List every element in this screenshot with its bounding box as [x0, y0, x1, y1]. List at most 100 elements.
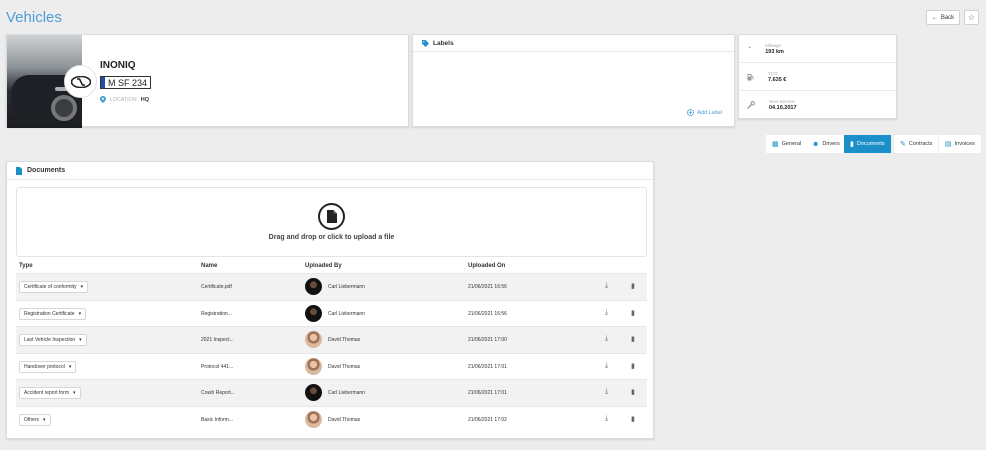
trash-icon[interactable]: ▮ — [631, 415, 635, 423]
column-header-uploaded-on: Uploaded On — [468, 263, 506, 269]
upload-file-icon — [318, 203, 345, 230]
uploaded-on: 21/06/2021 16:56 — [468, 310, 507, 317]
download-icon[interactable]: ⤓ — [605, 309, 608, 317]
tab-drivers[interactable]: ☻ Drivers — [806, 135, 846, 153]
users-icon: ☻ — [812, 140, 820, 148]
car-icon: ▦ — [772, 141, 779, 148]
vehicle-stats-card: ◔ Mileage 193 km TCO 7.635 € Next Servic… — [738, 34, 897, 119]
avatar — [305, 331, 322, 348]
chevron-down-icon: ▾ — [80, 284, 84, 290]
page-title: Vehicles — [6, 9, 62, 26]
chevron-down-icon: ▾ — [79, 337, 82, 343]
license-plate-text: M SF 234 — [108, 77, 148, 88]
labels-title: Labels — [433, 39, 454, 47]
documents-header: Documents — [7, 162, 653, 180]
download-icon[interactable]: ⤓ — [605, 282, 608, 290]
table-row: Registration Certificate ▾ Registration..… — [16, 299, 647, 327]
tab-label: General — [781, 141, 802, 147]
uploaded-by: David Thomas — [328, 337, 361, 343]
download-icon[interactable]: ⤓ — [605, 362, 608, 370]
tab-contracts[interactable]: ✎ Contracts — [894, 135, 939, 153]
tab-label: Drivers — [822, 141, 840, 147]
type-select-value: Handover protocol — [24, 363, 65, 370]
type-select[interactable]: Handover protocol ▾ — [19, 360, 77, 373]
uploaded-by: Carl Liebermann — [328, 284, 365, 290]
stat-value: 7.635 € — [768, 76, 787, 83]
uploaded-on: 21/06/2021 17:01 — [468, 363, 507, 370]
type-select[interactable]: Others ▾ — [19, 413, 51, 426]
tab-invoices[interactable]: ▤ Invoices — [939, 135, 981, 153]
wrench-icon — [747, 101, 755, 109]
document-icon: ▮ — [850, 141, 854, 148]
document-name[interactable]: Basic Inform... — [201, 417, 233, 423]
star-icon: ☆ — [967, 13, 976, 22]
fuel-icon — [747, 73, 754, 80]
stat-label: Mileage — [765, 42, 781, 48]
type-select[interactable]: Registration Certificate ▾ — [19, 307, 87, 320]
add-label-text: Add Label — [697, 109, 722, 116]
vehicle-name: INONIQ — [100, 60, 136, 71]
trash-icon[interactable]: ▮ — [631, 282, 635, 290]
tab-label: Contracts — [908, 141, 933, 147]
plus-circle-icon — [687, 109, 695, 116]
trash-icon[interactable]: ▮ — [631, 362, 635, 370]
document-icon — [16, 166, 22, 175]
document-name[interactable]: 2021 Inspect... — [201, 337, 234, 343]
avatar — [305, 278, 322, 295]
location-value: HQ — [140, 96, 150, 103]
type-select[interactable]: Last Vehicle Inspection ▾ — [19, 334, 87, 346]
column-header-uploaded-by: Uploaded By — [305, 263, 342, 269]
add-label-button[interactable]: Add Label — [687, 109, 722, 116]
upload-text: Drag and drop or click to upload a file — [268, 234, 395, 241]
chevron-down-icon: ▾ — [43, 416, 46, 423]
table-row: Certificate of conformity ▾ Certificate.p… — [16, 273, 647, 300]
document-name[interactable]: Protocol 441... — [201, 364, 233, 370]
tab-documents[interactable]: ▮ Documents — [844, 135, 891, 153]
brand-logo-icon — [64, 65, 97, 98]
chevron-down-icon: ▾ — [73, 390, 76, 396]
download-icon[interactable]: ⤓ — [605, 415, 608, 423]
documents-title: Documents — [27, 167, 66, 174]
document-name[interactable]: Certificate.pdf — [201, 284, 232, 290]
upload-dropzone[interactable]: Drag and drop or click to upload a file — [16, 187, 647, 257]
avatar — [305, 304, 322, 322]
favorite-button[interactable]: ☆ — [964, 10, 979, 25]
arrow-left-icon: ← — [931, 14, 938, 21]
back-button[interactable]: ← Back — [926, 10, 960, 25]
chevron-down-icon: ▾ — [78, 310, 82, 317]
download-icon[interactable]: ⤓ — [605, 388, 608, 396]
column-header-name: Name — [201, 263, 218, 269]
license-plate: M SF 234 — [100, 76, 152, 89]
table-row: Accident report form ▾ Crash Report... Ca… — [16, 379, 647, 406]
tab-label: Documents — [856, 141, 885, 147]
uploaded-on: 21/06/2021 17:01 — [468, 390, 507, 396]
document-name[interactable]: Crash Report... — [201, 390, 235, 396]
uploaded-by: Carl Liebermann — [328, 390, 365, 396]
eu-band — [101, 77, 105, 88]
download-icon[interactable]: ⤓ — [605, 335, 608, 343]
stat-label: Next Service — [769, 99, 795, 104]
trash-icon[interactable]: ▮ — [631, 388, 635, 396]
vehicle-card: INONIQ M SF 234 LOCATION HQ — [6, 34, 409, 128]
uploaded-by: Carl Liebermann — [328, 310, 365, 317]
tab-general[interactable]: ▦ General — [766, 135, 808, 153]
document-name[interactable]: Registration... — [201, 311, 232, 317]
location-label: LOCATION — [110, 96, 137, 103]
avatar — [305, 410, 322, 428]
type-select[interactable]: Certificate of conformity ▾ — [19, 281, 89, 293]
type-select-value: Others — [24, 416, 40, 423]
trash-icon[interactable]: ▮ — [631, 309, 635, 317]
uploaded-by: David Thomas — [328, 363, 361, 370]
contract-icon: ✎ — [900, 141, 906, 148]
location-pin-icon — [100, 96, 106, 103]
trash-icon[interactable]: ▮ — [631, 335, 635, 343]
speedometer-icon: ◔ — [747, 45, 752, 52]
table-row: Others ▾ Basic Inform... David Thomas 21/… — [16, 405, 647, 433]
type-select-value: Accident report form — [24, 390, 70, 396]
labels-card: Labels Add Label — [412, 34, 735, 127]
type-select-value: Certificate of conformity — [24, 284, 77, 290]
back-button-label: Back — [940, 14, 955, 21]
type-select[interactable]: Accident report form ▾ — [19, 387, 81, 399]
stat-next-service: Next Service 04.10.2017 — [739, 91, 896, 119]
tab-label: Invoices — [954, 141, 975, 147]
